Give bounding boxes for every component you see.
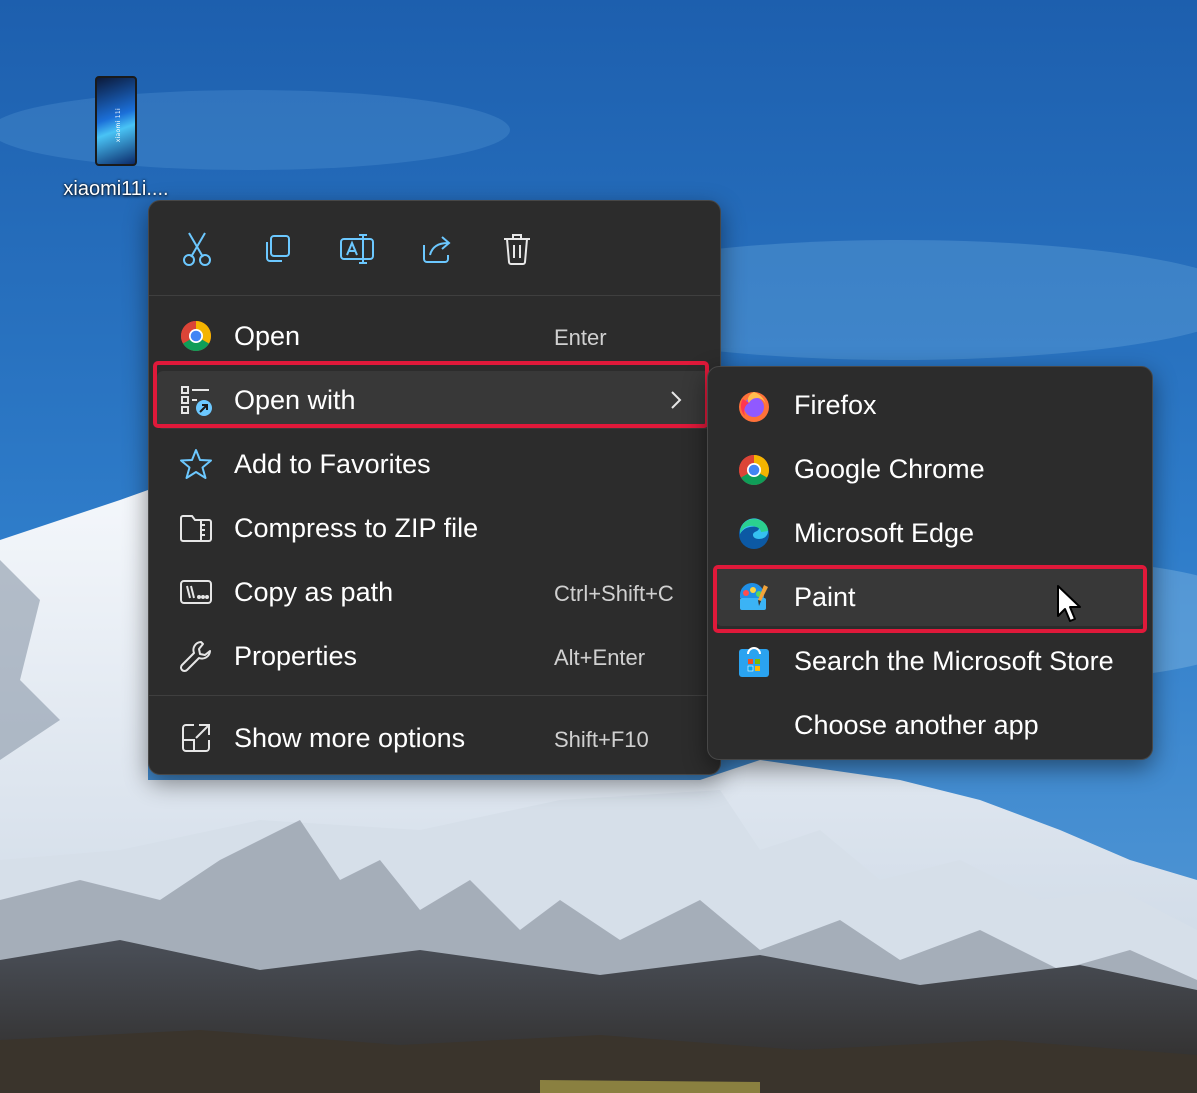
menu-item-copy-as-path[interactable]: Copy as path Ctrl+Shift+C <box>157 563 712 621</box>
submenu-item-firefox[interactable]: Firefox <box>716 376 1144 434</box>
share-button[interactable] <box>409 225 465 273</box>
menu-divider <box>149 695 720 696</box>
copy-button[interactable] <box>249 225 305 273</box>
menu-item-shortcut: Enter <box>554 325 607 350</box>
menu-item-label: Show more options <box>234 723 466 753</box>
chrome-icon <box>179 319 213 353</box>
show-more-icon <box>179 721 213 755</box>
file-thumbnail: xiaomi 11i <box>95 76 137 166</box>
menu-item-label: Add to Favorites <box>234 449 431 479</box>
menu-item-label: Compress to ZIP file <box>234 513 479 543</box>
menu-item-show-more-options[interactable]: Show more options Shift+F10 <box>157 709 712 767</box>
rename-button[interactable] <box>329 225 385 273</box>
chrome-icon <box>736 452 772 488</box>
share-icon <box>423 236 451 263</box>
submenu-item-label: Google Chrome <box>794 454 985 484</box>
store-icon <box>736 644 772 680</box>
submenu-item-label: Search the Microsoft Store <box>794 646 1114 676</box>
menu-item-shortcut: Alt+Enter <box>554 645 646 670</box>
copy-icon <box>266 235 290 262</box>
menu-item-label: Open <box>234 321 301 351</box>
menu-item-shortcut: Ctrl+Shift+C <box>554 581 674 606</box>
menu-item-open[interactable]: Open Enter <box>157 307 712 365</box>
submenu-item-choose-another-app[interactable]: Choose another app <box>716 696 1144 754</box>
desktop: xiaomi 11i xiaomi11i.... Open Enter Open… <box>0 0 1197 1093</box>
submenu-item-microsoft-store[interactable]: Search the Microsoft Store <box>716 632 1144 690</box>
delete-icon <box>504 234 530 265</box>
toolbar-divider <box>149 295 720 296</box>
zip-folder-icon <box>179 511 213 545</box>
menu-item-label: Copy as path <box>234 577 394 607</box>
menu-item-label: Properties <box>234 641 358 671</box>
submenu-item-google-chrome[interactable]: Google Chrome <box>716 440 1144 498</box>
cut-icon <box>183 232 211 266</box>
submenu-item-label: Firefox <box>794 390 877 420</box>
edge-icon <box>736 516 772 552</box>
menu-item-compress-zip[interactable]: Compress to ZIP file <box>157 499 712 557</box>
thumbnail-text: xiaomi 11i <box>115 108 122 143</box>
submenu-item-label: Choose another app <box>794 710 1039 740</box>
context-menu: Open Enter Open with Add to Favorites Co… <box>148 200 721 775</box>
delete-button[interactable] <box>489 225 545 273</box>
copy-path-icon <box>179 575 213 609</box>
desktop-file-label: xiaomi11i.... <box>63 178 169 200</box>
star-icon <box>179 447 213 481</box>
open-with-submenu: Firefox Google Chrome Microsoft Edge Pai… <box>707 366 1153 760</box>
menu-item-properties[interactable]: Properties Alt+Enter <box>157 627 712 685</box>
wrench-icon <box>179 639 213 673</box>
highlight-box-open-with <box>153 361 709 428</box>
menu-item-add-to-favorites[interactable]: Add to Favorites <box>157 435 712 493</box>
submenu-item-microsoft-edge[interactable]: Microsoft Edge <box>716 504 1144 562</box>
menu-item-shortcut: Shift+F10 <box>554 727 649 752</box>
rename-icon <box>340 234 374 264</box>
firefox-icon <box>736 388 772 424</box>
cut-button[interactable] <box>169 225 225 273</box>
mouse-cursor-icon <box>1057 585 1081 622</box>
context-menu-toolbar <box>149 201 720 295</box>
submenu-item-label: Microsoft Edge <box>794 518 975 548</box>
desktop-file-icon[interactable]: xiaomi 11i xiaomi11i.... <box>50 74 182 201</box>
